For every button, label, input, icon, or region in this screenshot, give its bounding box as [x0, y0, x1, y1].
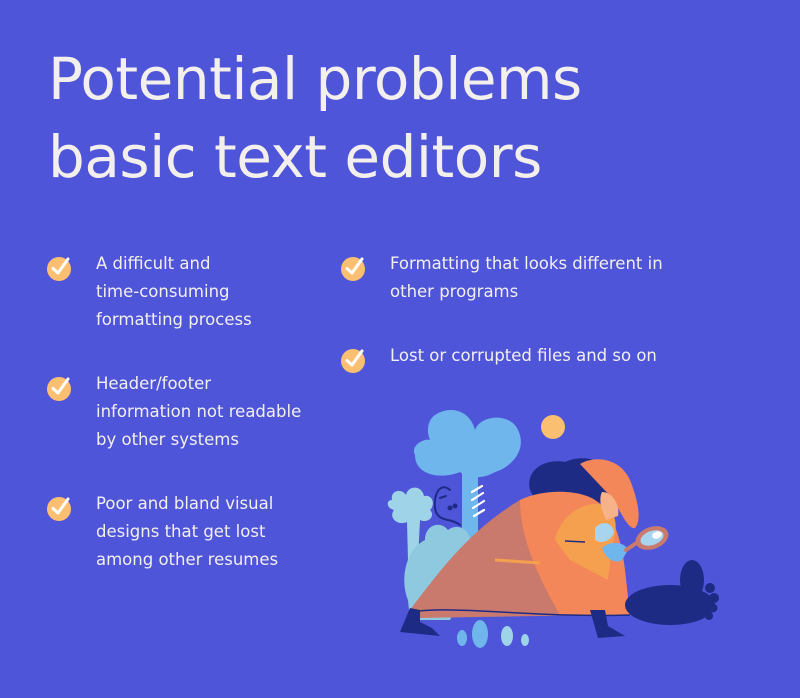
list-item: Formatting that looks different in other… — [340, 254, 663, 306]
check-circle-icon — [341, 349, 365, 373]
list-item-line: information not readable — [96, 402, 302, 421]
list-item-line: by other systems — [96, 430, 239, 449]
list-item-line: Poor and bland visual — [96, 494, 274, 513]
list-item-line: formatting process — [96, 310, 252, 329]
check-circle-icon — [47, 257, 71, 281]
list-item-line: Header/footer — [96, 374, 212, 393]
footprint-icon — [625, 560, 719, 625]
list-item-text: A difficult and time-consuming formattin… — [96, 250, 252, 334]
list-item-line: time-consuming — [96, 282, 230, 301]
list-item-line: other programs — [390, 282, 519, 301]
check-circle-icon — [341, 257, 365, 281]
check-circle-icon — [47, 497, 71, 521]
list-item-text: Lost or corrupted files and so on — [390, 342, 657, 370]
list-item-line: among other resumes — [96, 550, 279, 569]
list-item-text: Poor and bland visual designs that get l… — [96, 490, 278, 574]
sun-icon — [541, 415, 565, 439]
ground-bushes — [457, 620, 529, 648]
title-line-2: basic text editors — [48, 123, 542, 191]
list-item: Poor and bland visual designs that get l… — [46, 494, 278, 574]
list-item-line: Formatting that looks different in — [390, 254, 663, 273]
check-circle-icon — [47, 377, 71, 401]
title-line-1: Potential problems — [48, 45, 582, 113]
list-item: Header/footer information not readable b… — [46, 374, 301, 454]
list-item-line: designs that get lost — [96, 522, 266, 541]
detective-illustration — [387, 410, 719, 648]
list-item-text: Formatting that looks different in other… — [390, 250, 663, 306]
page-title: Potential problems basic text editors — [48, 40, 582, 196]
face-doodle-icon — [433, 486, 461, 526]
list-item-line: Lost or corrupted files and so on — [390, 346, 657, 365]
list-item-line: A difficult and — [96, 254, 211, 273]
list-item: A difficult and time-consuming formattin… — [46, 254, 252, 334]
list-item-text: Header/footer information not readable b… — [96, 370, 301, 454]
list-item: Lost or corrupted files and so on — [340, 346, 657, 374]
